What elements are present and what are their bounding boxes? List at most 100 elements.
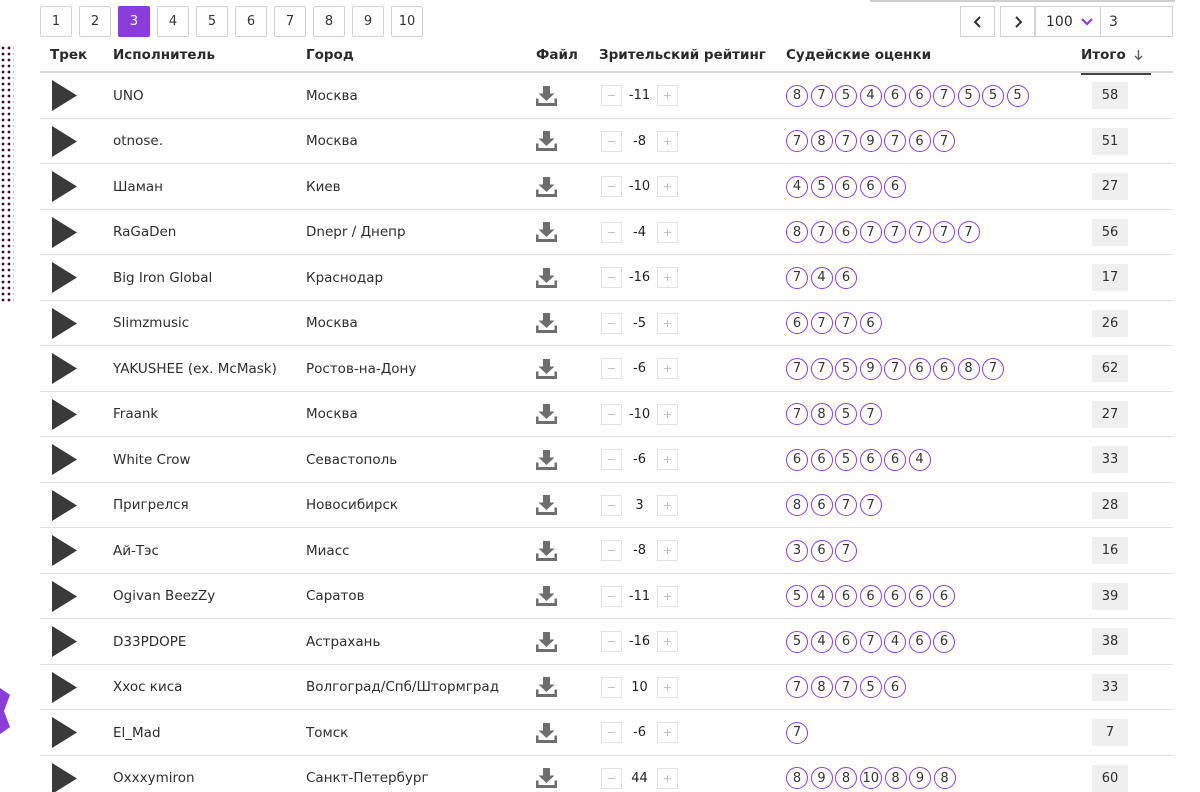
rating-plus-button[interactable]: + [657,631,678,652]
judge-score: 7 [810,357,833,380]
rating-plus-button[interactable]: + [657,540,678,561]
header-total-sort[interactable]: Итого [1081,47,1151,75]
judge-score: 8 [810,130,833,152]
rating-minus-button[interactable]: − [601,176,622,197]
play-button[interactable] [52,574,77,619]
rating-plus-button[interactable]: + [657,176,678,197]
table-row: D33PDOPE Астрахань − -16 +5 4 6 7 4 6 6 38 [40,619,1173,665]
page-button-9[interactable]: 9 [352,6,384,37]
rating-minus-button[interactable]: − [601,221,622,243]
play-button[interactable] [52,665,77,710]
page-button-4[interactable]: 4 [157,6,189,37]
download-button[interactable] [536,665,557,710]
rating-minus-button[interactable]: − [601,585,622,607]
download-button[interactable] [536,437,557,482]
download-button[interactable] [536,301,557,346]
rating-minus-button[interactable]: − [601,722,622,743]
download-button[interactable] [536,574,557,619]
play-button[interactable] [52,483,77,528]
rating-minus-button[interactable]: − [601,403,622,425]
rating-minus-button[interactable]: − [601,312,622,334]
page-button-2[interactable]: 2 [79,6,111,37]
play-button[interactable] [52,301,77,346]
rating-plus-button[interactable]: + [657,449,678,470]
download-button[interactable] [536,119,557,164]
rating-minus-button[interactable]: − [601,358,622,379]
page-button-1[interactable]: 1 [40,6,72,37]
rating-plus-button[interactable]: + [657,358,678,379]
download-button[interactable] [536,528,557,573]
play-button[interactable] [52,119,77,164]
rating-plus-button[interactable]: + [657,767,678,789]
play-button[interactable] [52,392,77,437]
download-icon [536,631,557,652]
rating-minus-button[interactable]: − [601,449,622,470]
rating-minus-button[interactable]: − [601,85,622,106]
page-button-7[interactable]: 7 [274,6,306,37]
rating-minus-button[interactable]: − [601,494,622,516]
download-button[interactable] [536,756,557,792]
download-button[interactable] [536,710,557,755]
rating-minus-button[interactable]: − [601,267,622,288]
download-button[interactable] [536,255,557,300]
page-button-8[interactable]: 8 [313,6,345,37]
rating-minus-button[interactable]: − [601,631,622,652]
next-page-button[interactable] [1000,6,1035,37]
rating-plus-button[interactable]: + [657,676,678,698]
rating-plus-button[interactable]: + [657,130,678,152]
city-name: Москва [306,315,358,331]
rating-minus-button[interactable]: − [601,767,622,789]
download-button[interactable] [536,346,557,391]
page-button-3[interactable]: 3 [118,6,150,37]
rating-plus-button[interactable]: + [657,722,678,743]
download-button[interactable] [536,483,557,528]
play-button[interactable] [52,528,77,573]
rating-minus-button[interactable]: − [601,540,622,561]
rating-plus-button[interactable]: + [657,85,678,106]
play-button[interactable] [52,210,77,255]
play-button[interactable] [52,437,77,482]
download-button[interactable] [536,164,557,209]
download-button[interactable] [536,210,557,255]
play-button[interactable] [52,619,77,664]
play-button[interactable] [52,710,77,755]
total-cell: 38 [1092,619,1128,664]
page-button-6[interactable]: 6 [235,6,267,37]
download-button[interactable] [536,392,557,437]
page-button-10[interactable]: 10 [391,6,423,37]
download-button[interactable] [536,73,557,118]
header-track: Трек [50,47,88,63]
results-table: Трек Исполнитель Город Файл Зрительский … [40,40,1173,792]
total-value: 17 [1092,264,1128,291]
rating-minus-button[interactable]: − [601,676,622,698]
audience-rating: − -6 + [601,710,678,755]
play-button[interactable] [52,756,77,792]
judge-score: 4 [810,585,833,607]
rating-plus-button[interactable]: + [657,403,678,425]
prev-page-button[interactable] [960,6,995,37]
rating-minus-button[interactable]: − [601,130,622,152]
page-button-5[interactable]: 5 [196,6,228,37]
audience-rating: − -6 + [601,346,678,391]
download-button[interactable] [536,619,557,664]
total-value: 33 [1092,446,1128,473]
rating-plus-button[interactable]: + [657,221,678,243]
judge-score: 6 [810,448,833,471]
download-icon [536,131,557,151]
judge-score: 7 [933,221,955,243]
artist-name: White Crow [113,451,191,468]
rating-plus-button[interactable]: + [657,267,678,288]
play-button[interactable] [52,73,77,118]
play-button[interactable] [52,164,77,209]
download-icon [536,540,557,561]
rating-plus-button[interactable]: + [657,312,678,334]
rating-plus-button[interactable]: + [657,494,678,516]
per-page-select[interactable]: 100 [1035,6,1101,37]
rating-plus-button[interactable]: + [657,585,678,607]
header-artist: Исполнитель [113,47,215,63]
play-button[interactable] [52,346,77,391]
play-button[interactable] [52,255,77,300]
judge-scores: 8677 [786,483,882,528]
rating-value: -16 [628,270,651,285]
page-number-input[interactable] [1101,6,1173,37]
